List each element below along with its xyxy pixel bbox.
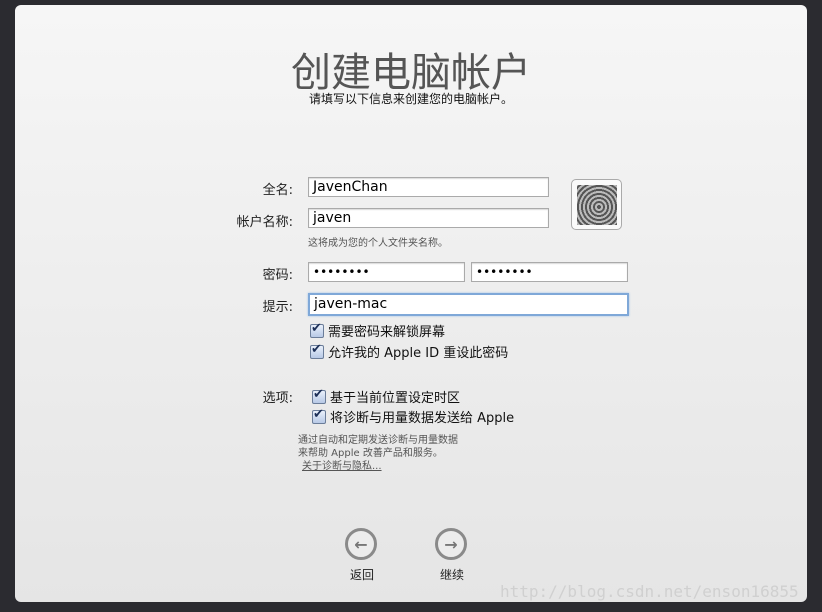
full-name-label: 全名: xyxy=(262,183,293,198)
send-diagnostics-checkbox[interactable]: 将诊断与用量数据发送给 Apple xyxy=(312,407,514,426)
full-name-field[interactable]: JavenChan xyxy=(308,177,549,197)
checkbox-checked-icon xyxy=(310,342,324,359)
checkbox-checked-icon xyxy=(312,407,326,424)
checkbox-label: 基于当前位置设定时区 xyxy=(330,391,461,406)
password-hint-label: 提示: xyxy=(262,300,293,315)
checkbox-label: 允许我的 Apple ID 重设此密码 xyxy=(328,346,509,361)
timezone-checkbox[interactable]: 基于当前位置设定时区 xyxy=(312,387,460,406)
allow-appleid-reset-checkbox[interactable]: 允许我的 Apple ID 重设此密码 xyxy=(310,342,508,361)
account-name-hint: 这将成为您的个人文件夹名称。 xyxy=(308,238,448,249)
account-name-label: 帐户名称: xyxy=(236,215,293,230)
checkbox-label: 将诊断与用量数据发送给 Apple xyxy=(330,411,515,426)
password-field[interactable]: •••••••• xyxy=(308,262,465,282)
continue-button[interactable]: → 继续 xyxy=(435,528,469,583)
arrow-left-icon: ← xyxy=(345,528,377,560)
password-label: 密码: xyxy=(262,268,293,283)
checkbox-label: 需要密码来解锁屏幕 xyxy=(328,325,446,340)
avatar-image xyxy=(576,184,617,225)
privacy-link[interactable]: 关于诊断与隐私... xyxy=(302,457,382,472)
continue-label: 继续 xyxy=(439,568,464,582)
page-subtitle: 请填写以下信息来创建您的电脑帐户。 xyxy=(308,92,513,106)
password-hint-field[interactable]: javen-mac xyxy=(308,293,629,316)
checkbox-checked-icon xyxy=(310,321,324,338)
user-picture[interactable] xyxy=(571,179,622,230)
account-name-field[interactable]: javen xyxy=(308,208,549,228)
options-label: 选项: xyxy=(262,391,293,406)
back-button[interactable]: ← 返回 xyxy=(345,528,379,583)
require-password-checkbox[interactable]: 需要密码来解锁屏幕 xyxy=(310,321,445,340)
back-label: 返回 xyxy=(349,568,374,582)
verify-password-field[interactable]: •••••••• xyxy=(471,262,628,282)
checkbox-checked-icon xyxy=(312,387,326,404)
arrow-right-icon: → xyxy=(435,528,467,560)
watermark: http://blog.csdn.net/enson16855 xyxy=(500,582,799,601)
